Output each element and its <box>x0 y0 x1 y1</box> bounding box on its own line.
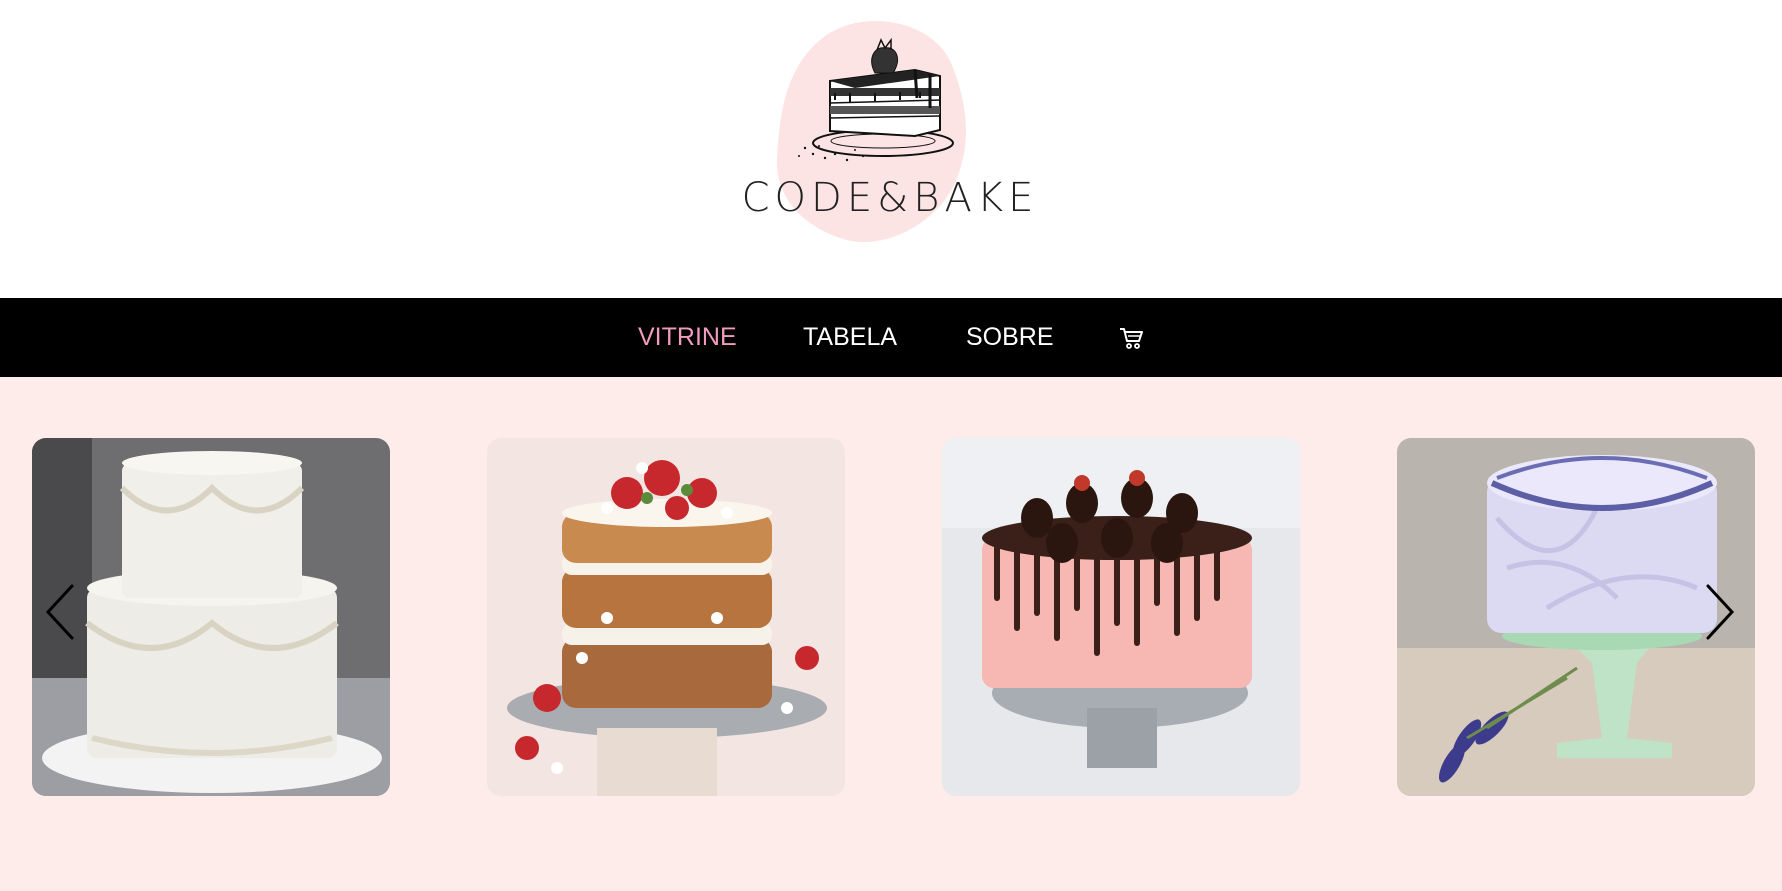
product-card-strawberry-cake[interactable] <box>487 438 845 796</box>
carousel-prev-button[interactable] <box>44 584 78 640</box>
chevron-right-icon <box>1706 584 1735 640</box>
cart-icon[interactable] <box>1118 326 1144 350</box>
product-card-white-cake[interactable] <box>32 438 390 796</box>
strawberry-naked-cake-image <box>487 438 845 796</box>
header: CODE&BAKE <box>0 0 1782 298</box>
main-nav: VITRINE TABELA SOBRE <box>0 298 1782 377</box>
pink-chocolate-drip-cake-image <box>942 438 1300 796</box>
white-two-tier-cake-image <box>32 438 390 796</box>
product-card-chocolate-drip-cake[interactable] <box>942 438 1300 796</box>
nav-item-sobre[interactable]: SOBRE <box>966 298 1054 377</box>
brand-logo[interactable]: CODE&BAKE <box>735 18 1045 250</box>
carousel-next-button[interactable] <box>1702 584 1736 640</box>
nav-item-tabela[interactable]: TABELA <box>803 298 897 377</box>
chevron-left-icon <box>45 584 74 640</box>
showcase-section <box>0 377 1782 891</box>
nav-item-vitrine[interactable]: VITRINE <box>638 298 737 377</box>
brand-name: CODE&BAKE <box>741 175 1039 221</box>
